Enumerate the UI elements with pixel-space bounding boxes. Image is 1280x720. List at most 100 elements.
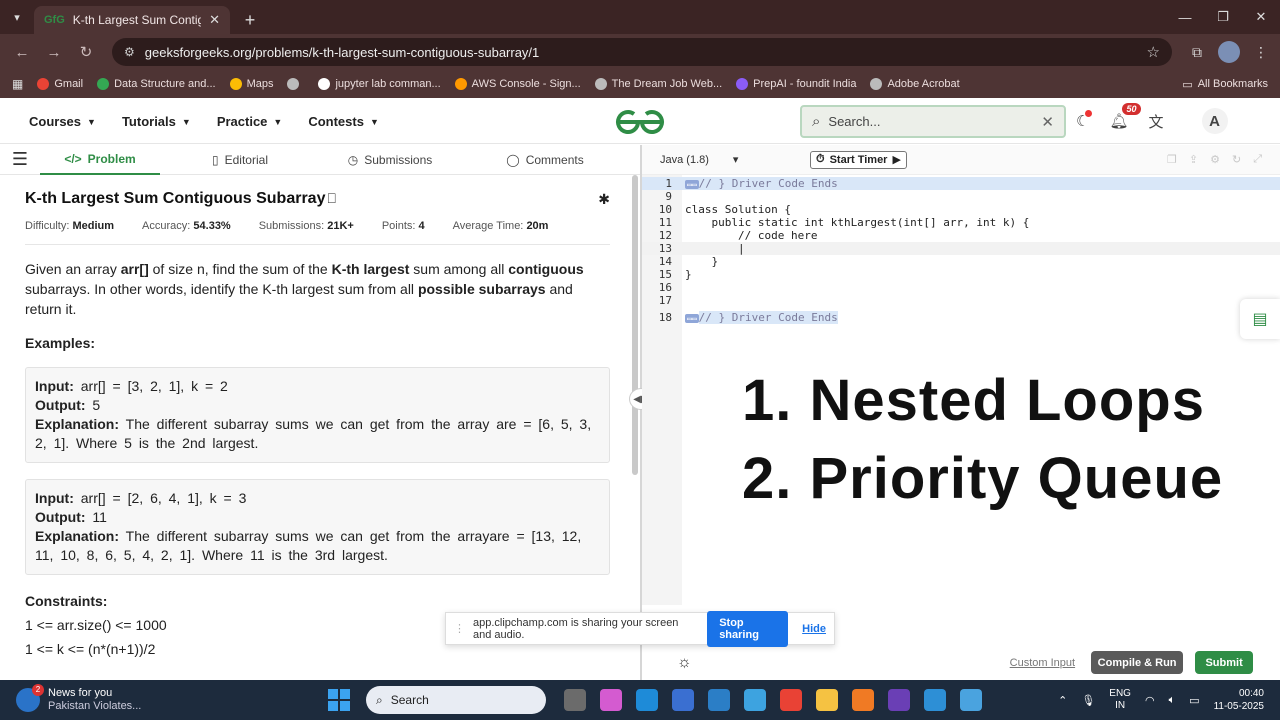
back-icon[interactable]: ←: [8, 38, 36, 66]
site-search-input[interactable]: ⌕ Search... ✕: [800, 105, 1066, 138]
comment-icon: ◯: [506, 152, 520, 167]
app-icon[interactable]: [888, 689, 910, 711]
report-bug-icon[interactable]: ✱: [598, 191, 610, 208]
clipchamp-icon[interactable]: [924, 689, 946, 711]
system-clock[interactable]: 00:40 11-05-2025: [1214, 687, 1264, 713]
bookmark-item[interactable]: Data Structure and...: [97, 78, 216, 90]
user-avatar[interactable]: A: [1201, 108, 1228, 134]
code-text: }: [685, 255, 719, 268]
bookmark-item[interactable]: [287, 78, 304, 90]
chat-icon[interactable]: ▤: [1240, 299, 1280, 339]
bookmark-star-icon[interactable]: ☆: [1147, 43, 1160, 61]
bookmark-item[interactable]: PrepAI - foundit India: [736, 78, 856, 90]
battery-icon[interactable]: ▭: [1189, 694, 1199, 707]
reload-icon[interactable]: ↻: [72, 38, 100, 66]
custom-input-link[interactable]: Custom Input: [1010, 657, 1075, 669]
problem-scrollbar[interactable]: [632, 175, 638, 475]
upload-icon[interactable]: ⇪: [1189, 153, 1198, 166]
file-explorer-icon[interactable]: [816, 689, 838, 711]
fullscreen-icon[interactable]: ⤢: [1253, 153, 1262, 166]
windows-start-icon[interactable]: [328, 689, 350, 711]
edge-icon[interactable]: [636, 689, 658, 711]
settings-icon[interactable]: ⚙: [1210, 153, 1220, 166]
news-title: News for you: [48, 687, 113, 699]
minimize-icon[interactable]: —: [1166, 0, 1204, 34]
wifi-icon[interactable]: ◠: [1145, 694, 1155, 707]
tab-submissions[interactable]: ◷ Submissions: [320, 145, 460, 175]
gfg-logo-icon[interactable]: [614, 108, 666, 136]
hide-link[interactable]: Hide: [802, 623, 826, 635]
dark-mode-icon[interactable]: ☾: [1076, 110, 1093, 130]
bookmark-icon[interactable]: ⎕: [327, 190, 335, 206]
bookmark-item[interactable]: jupyter lab comman...: [318, 78, 441, 90]
address-bar[interactable]: ⚙ geeksforgeeks.org/problems/k-th-larges…: [112, 38, 1172, 66]
tray-chevron-icon[interactable]: ⌃: [1058, 694, 1067, 707]
theme-toggle-icon[interactable]: ☼: [677, 654, 692, 672]
language-select[interactable]: Java (1.8) ▾: [660, 153, 740, 167]
all-bookmarks[interactable]: ▭ All Bookmarks: [1182, 78, 1268, 91]
code-line: 12 // code here: [642, 229, 1280, 242]
copy-icon[interactable]: ❐: [1167, 153, 1177, 166]
drag-handle-icon[interactable]: ⋮: [454, 622, 465, 635]
translate-icon[interactable]: 文: [1149, 111, 1164, 132]
line-number: 14: [658, 255, 672, 268]
extensions-icon[interactable]: ⧉: [1186, 44, 1208, 61]
close-tab-icon[interactable]: ✕: [209, 12, 220, 28]
bookmark-item[interactable]: Maps: [229, 78, 273, 90]
language-indicator[interactable]: ENG IN: [1109, 688, 1131, 712]
output-label: Output:: [35, 397, 86, 413]
new-tab-button[interactable]: +: [236, 6, 264, 34]
fold-marker-icon[interactable]: ▭▭: [685, 314, 699, 323]
volume-icon[interactable]: 🔈︎: [1169, 694, 1176, 707]
notepad-icon[interactable]: [960, 689, 982, 711]
tab-label: Editorial: [224, 152, 268, 167]
tab-editorial[interactable]: ▯ Editorial: [160, 145, 320, 175]
python-icon[interactable]: [744, 689, 766, 711]
bookmark-label: Adobe Acrobat: [887, 78, 960, 90]
bookmark-item[interactable]: Gmail: [37, 78, 83, 90]
restore-icon[interactable]: ❐: [1204, 0, 1242, 34]
stop-sharing-button[interactable]: Stop sharing: [707, 610, 789, 647]
bookmark-label: AWS Console - Sign...: [471, 78, 581, 90]
apps-grid-icon[interactable]: ▦: [12, 77, 23, 91]
bookmark-item[interactable]: AWS Console - Sign...: [454, 78, 581, 90]
forward-icon[interactable]: →: [40, 38, 68, 66]
lang-top: ENG: [1109, 688, 1131, 699]
tab-comments[interactable]: ◯ Comments: [460, 145, 630, 175]
copilot-icon[interactable]: [600, 689, 622, 711]
fold-marker-icon[interactable]: ▭▭: [685, 180, 699, 189]
bookmark-item[interactable]: The Dream Job Web...: [594, 78, 722, 90]
bookmark-item[interactable]: Adobe Acrobat: [870, 78, 960, 90]
tab-problem[interactable]: </> Problem: [40, 145, 160, 175]
submit-button[interactable]: Submit: [1195, 651, 1254, 674]
chrome-icon[interactable]: [780, 689, 802, 711]
meta-label: Accuracy:: [142, 220, 191, 232]
nav-practice[interactable]: Practice ▼: [217, 114, 283, 129]
meta-label: Points:: [381, 220, 416, 232]
browser-tab-active[interactable]: GfG K-th Largest Sum Contiguous S ✕: [34, 6, 230, 34]
mysql-icon[interactable]: [708, 689, 730, 711]
nav-contests[interactable]: Contests ▼: [308, 114, 379, 129]
store-icon[interactable]: [672, 689, 694, 711]
news-widget[interactable]: 2 News for you Pakistan Violates...: [16, 684, 266, 713]
start-timer-button[interactable]: ⏱ Start Timer ▶: [810, 150, 907, 169]
taskbar-search[interactable]: ⌕ Search: [366, 686, 546, 714]
all-bookmarks-label: All Bookmarks: [1197, 78, 1268, 90]
compile-run-button[interactable]: Compile & Run: [1091, 651, 1184, 674]
nav-tutorials[interactable]: Tutorials ▼: [122, 114, 191, 129]
code-editor[interactable]: 1 ▭▭// } Driver Code Ends 9 10 class Solut…: [642, 175, 1280, 605]
profile-avatar-icon[interactable]: [1218, 41, 1240, 63]
task-view-icon[interactable]: [564, 689, 586, 711]
nav-courses[interactable]: Courses ▼: [29, 114, 96, 129]
app-icon[interactable]: [852, 689, 874, 711]
browser-menu-icon[interactable]: ⋮: [1250, 44, 1272, 61]
reset-icon[interactable]: ↻: [1232, 153, 1241, 166]
hamburger-menu-icon[interactable]: ☰: [0, 149, 40, 170]
microphone-icon[interactable]: 🎙︎: [1081, 694, 1095, 707]
site-info-icon[interactable]: ⚙: [124, 45, 135, 59]
close-window-icon[interactable]: ✕: [1242, 0, 1280, 34]
notification-bell-icon[interactable]: 🔔︎ 50: [1109, 103, 1141, 130]
clear-search-icon[interactable]: ✕: [1041, 113, 1054, 131]
tab-search-icon[interactable]: ▾: [0, 0, 34, 34]
desc-bold: possible subarrays: [417, 281, 546, 297]
